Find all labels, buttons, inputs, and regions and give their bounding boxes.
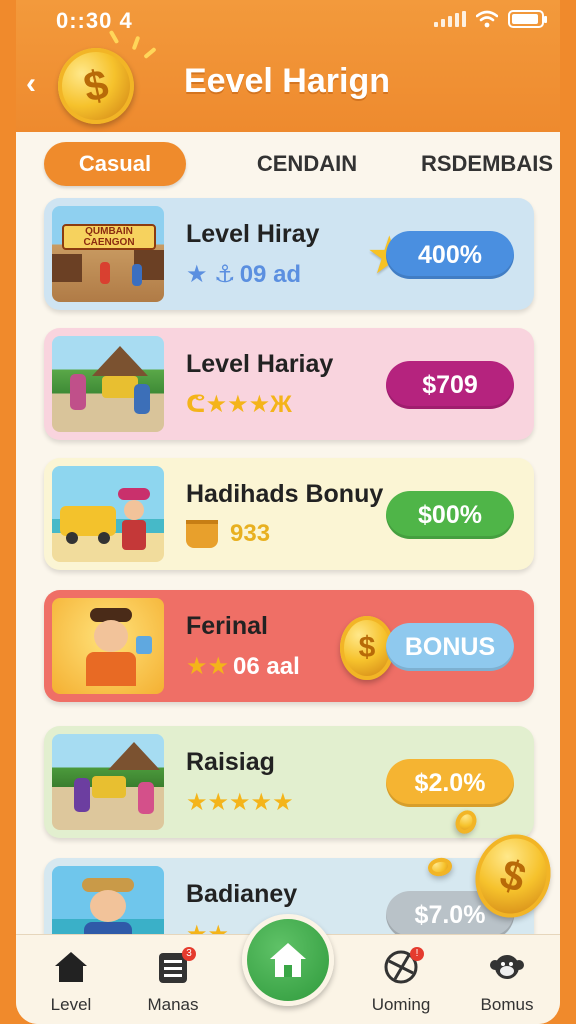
nav-label: Manas bbox=[147, 995, 199, 1014]
page-title: Eevel Harign bbox=[184, 62, 390, 100]
list-icon: 3 bbox=[128, 945, 218, 989]
basket-icon bbox=[186, 520, 218, 548]
nav-label: Bomus bbox=[480, 995, 534, 1014]
house-icon bbox=[270, 943, 306, 977]
rating-stars: ★★ bbox=[186, 653, 230, 680]
monkey-icon bbox=[462, 945, 552, 989]
level-card[interactable]: Ferinal ★★ 06 aal $ BONUS bbox=[44, 590, 534, 702]
level-card[interactable]: Hadihads Bonuy 933 $00% bbox=[44, 458, 534, 570]
header-bar: 0::30 4 ‹ $ Eevel Harign bbox=[16, 0, 560, 132]
level-name: Raisiag bbox=[186, 748, 275, 776]
level-thumbnail bbox=[52, 598, 164, 694]
nav-bomus[interactable]: Bomus bbox=[462, 945, 552, 1015]
reward-button[interactable]: $2.0% bbox=[386, 759, 514, 807]
sparkle-icon bbox=[143, 46, 157, 60]
tab-rsdembais[interactable]: RSDEMBAIS bbox=[412, 142, 560, 186]
category-tabs: Casual CENDAIN RSDEMBAIS bbox=[42, 142, 553, 188]
level-meta: ★★★★★ bbox=[186, 788, 298, 817]
level-name: Level Hiray bbox=[186, 220, 320, 248]
battery-icon bbox=[508, 10, 547, 28]
level-thumbnail: QUMBAIN CAENGON bbox=[52, 206, 164, 302]
nav-level[interactable]: Level bbox=[26, 945, 116, 1015]
notification-badge: ! bbox=[410, 947, 424, 961]
reward-button[interactable]: 400% bbox=[386, 231, 514, 279]
level-name: Ferinal bbox=[186, 612, 268, 640]
level-name: Hadihads Bonuy bbox=[186, 480, 384, 508]
level-meta-text: 06 aal bbox=[233, 652, 300, 680]
level-meta: ★★ 06 aal bbox=[186, 652, 300, 681]
nav-label: Level bbox=[50, 995, 92, 1014]
rating-stars: ᕦ★★★Ж bbox=[186, 391, 292, 418]
tab-casual[interactable]: Casual bbox=[44, 142, 186, 186]
status-icons bbox=[434, 10, 547, 28]
rating-stars: ★★★★★ bbox=[186, 789, 294, 816]
bonus-button[interactable]: BONUS bbox=[386, 623, 514, 671]
app-frame: 0::30 4 ‹ $ Eevel Harign Casual CENDAIN … bbox=[16, 0, 560, 1024]
back-button[interactable]: ‹ bbox=[26, 66, 54, 102]
level-card[interactable]: QUMBAIN CAENGON Level Hiray ★ ⚓ 09 ad ★ … bbox=[44, 198, 534, 310]
reward-button[interactable]: $00% bbox=[386, 491, 514, 539]
wifi-icon bbox=[476, 10, 498, 28]
level-card[interactable]: Level Hariay ᕦ★★★Ж $709 bbox=[44, 328, 534, 440]
home-button[interactable] bbox=[242, 914, 334, 1006]
nav-uoming[interactable]: ! Uoming bbox=[356, 945, 446, 1015]
nav-manas[interactable]: 3 Manas bbox=[128, 945, 218, 1015]
level-thumbnail bbox=[52, 466, 164, 562]
coin-icon: $ bbox=[50, 40, 142, 132]
tab-cendain[interactable]: CENDAIN bbox=[232, 142, 382, 186]
sparkle-icon bbox=[131, 35, 141, 51]
level-thumbnail bbox=[52, 336, 164, 432]
rating-stars: ★ ⚓ bbox=[186, 261, 236, 288]
signal-icon bbox=[434, 11, 466, 27]
level-meta-text: 933 bbox=[230, 520, 271, 547]
ball-icon: ! bbox=[356, 945, 446, 989]
level-meta: ᕦ★★★Ж bbox=[186, 390, 296, 419]
level-meta-text: 09 ad bbox=[239, 260, 302, 288]
thumbnail-sign: QUMBAIN CAENGON bbox=[62, 224, 156, 250]
level-meta: 933 bbox=[186, 520, 270, 548]
level-meta: ★ ⚓ 09 ad bbox=[186, 260, 301, 289]
notification-badge: 3 bbox=[182, 947, 196, 961]
home-icon bbox=[26, 945, 116, 989]
status-time: 0::30 4 bbox=[56, 8, 133, 33]
reward-button[interactable]: $709 bbox=[386, 361, 514, 409]
nav-label: Uoming bbox=[371, 995, 431, 1014]
level-thumbnail bbox=[52, 734, 164, 830]
level-name: Level Hariay bbox=[186, 350, 334, 378]
level-name: Badianey bbox=[186, 880, 298, 908]
